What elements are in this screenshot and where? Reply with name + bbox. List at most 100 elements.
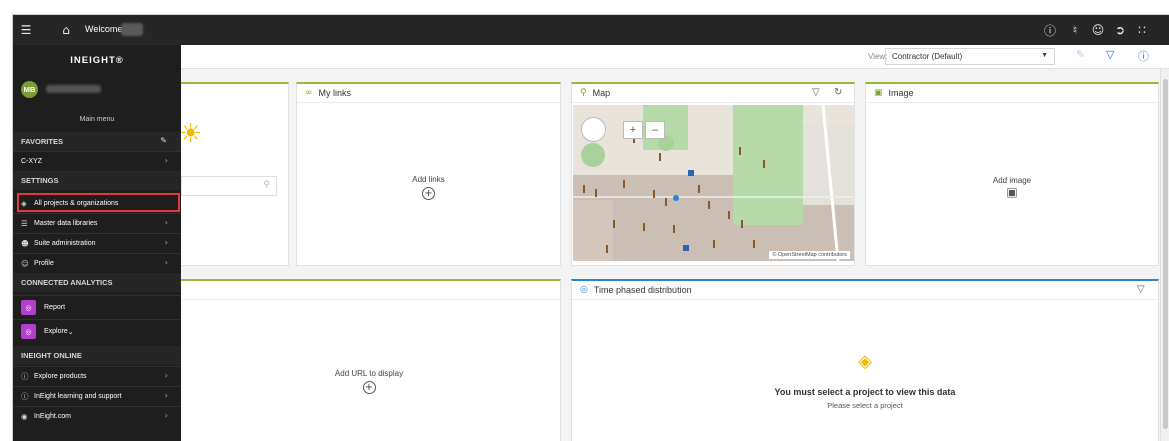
dashboard-toolbar: View: Contractor (Default) ▼ ✎ ▽ ⓘ (13, 45, 1169, 69)
bell-icon[interactable]: ♮ (1068, 15, 1082, 45)
ineight-online-section: INEIGHT ONLINE (13, 346, 181, 365)
filter-icon[interactable]: ▽ (1137, 284, 1145, 295)
logout-icon[interactable]: ➲ (1113, 15, 1127, 45)
section-label: INEIGHT ONLINE (21, 351, 82, 360)
chevron-right-icon: › (164, 391, 168, 400)
add-links-label: Add links (412, 175, 445, 184)
username-redacted (46, 85, 101, 93)
weather-sun-icon: ☀ (179, 119, 203, 149)
chevron-down-icon: ▼ (1041, 52, 1048, 59)
chevron-right-icon: › (164, 258, 168, 267)
layers-icon: ◈ (21, 198, 27, 208)
map-view[interactable]: + – © OpenStreetMap contributors (573, 105, 854, 261)
add-url-label: Add URL to display (334, 369, 404, 378)
main-menu-title: Main menu (79, 116, 115, 123)
map-canvas (573, 105, 854, 261)
user-icon[interactable]: ☺ (1091, 15, 1105, 45)
library-icon: ☰ (21, 218, 28, 228)
edit-favorites-icon[interactable]: ✎ (160, 136, 167, 145)
zoom-out-button[interactable]: – (645, 121, 665, 139)
chevron-right-icon: › (164, 411, 168, 420)
sidebar-item-explore-products[interactable]: ⓘ Explore products › (13, 366, 181, 385)
card-header: ◎ Time phased distribution ▽ (572, 281, 1158, 300)
explore-app-icon: ◎ (21, 324, 36, 339)
sidebar-item-master-data[interactable]: ☰ Master data libraries › (13, 213, 181, 232)
view-select[interactable]: Contractor (Default) ▼ (885, 48, 1055, 65)
sidebar-item-label: Profile (34, 259, 54, 267)
add-image-button[interactable]: Add image ▣ (866, 176, 1158, 199)
card-title: My links (318, 88, 352, 98)
zoom-in-button[interactable]: + (623, 121, 643, 139)
globe-icon: ◉ (21, 411, 28, 421)
map-pan-control[interactable] (581, 117, 606, 142)
user-profile[interactable]: MB (13, 79, 181, 99)
card-header (164, 281, 560, 300)
map-pin-icon: ⚲ (580, 88, 587, 98)
menu-icon[interactable]: ☰ (17, 15, 35, 45)
filter-icon[interactable]: ▽ (812, 87, 820, 98)
plus-circle-icon: + (362, 381, 376, 394)
card-header: ▣ Image (866, 84, 1158, 103)
time-phased-distribution-card: ◎ Time phased distribution ▽ ◈ You must … (571, 279, 1159, 441)
chevron-down-icon: ⌄ (67, 328, 74, 336)
home-icon[interactable]: ⌂ (59, 15, 73, 45)
settings-section: SETTINGS (13, 171, 181, 190)
chevron-right-icon: › (164, 238, 168, 247)
main-menu-sidebar: INEIGHT® MB Main menu FAVORITES ✎ C-XYZ … (13, 45, 181, 441)
section-label: SETTINGS (21, 176, 59, 185)
users-icon: ☻ (21, 238, 29, 248)
sidebar-item-label: Explore products (34, 372, 87, 380)
top-bar: ☰ ⌂ Welcome ⓘ ♮ ☺ ➲ ∷ (13, 15, 1169, 45)
edit-icon[interactable]: ✎ (1076, 48, 1085, 61)
connected-analytics-section: CONNECTED ANALYTICS (13, 273, 181, 292)
sidebar-item-explore[interactable]: ◎ Explore ⌄ (13, 319, 181, 343)
report-app-icon: ◎ (21, 300, 36, 315)
sidebar-item-label: InEight learning and support (34, 392, 122, 400)
search-icon: ⚲ (263, 180, 270, 190)
scrollbar[interactable] (1160, 69, 1169, 441)
info-icon: ⓘ (21, 371, 29, 381)
apps-grid-icon[interactable]: ∷ (1135, 15, 1149, 45)
sidebar-item-ineight-com[interactable]: ◉ InEight.com › (13, 406, 181, 425)
filter-icon[interactable]: ▽ (1106, 48, 1114, 61)
help-icon: ⓘ (21, 391, 29, 401)
view-select-value: Contractor (Default) (892, 52, 963, 61)
add-links-button[interactable]: Add links + (297, 175, 560, 200)
sidebar-item-label: C-XYZ (21, 157, 42, 165)
link-icon: ∞ (305, 88, 313, 98)
sidebar-item-all-projects[interactable]: ◈ All projects & organizations (17, 193, 180, 212)
sidebar-item-learning[interactable]: ⓘ InEight learning and support › (13, 386, 181, 405)
refresh-icon[interactable]: ↻ (834, 87, 842, 98)
section-label: CONNECTED ANALYTICS (21, 278, 113, 287)
empty-state-sub: Please select a project (827, 401, 903, 410)
app-frame: ☰ ⌂ Welcome ⓘ ♮ ☺ ➲ ∷ View: Contractor (… (12, 14, 1169, 441)
plus-circle-icon: + (422, 187, 435, 200)
add-url-button[interactable]: Add URL to display + (174, 369, 564, 394)
welcome-username-redacted (121, 23, 143, 36)
avatar: MB (21, 81, 38, 98)
help-icon[interactable]: ⓘ (1043, 15, 1057, 45)
sidebar-item-label: Suite administration (34, 239, 96, 247)
search-input[interactable]: ⚲ (181, 176, 277, 196)
section-label: FAVORITES (21, 137, 63, 146)
info-icon[interactable]: ⓘ (1138, 48, 1149, 64)
welcome-text: Welcome (85, 24, 123, 34)
profile-icon: ☺ (21, 258, 29, 268)
layers-icon: ◈ (858, 351, 872, 372)
chevron-right-icon: › (164, 156, 168, 165)
brand-logo: INEIGHT® (70, 54, 124, 66)
sidebar-item-suite-admin[interactable]: ☻ Suite administration › (13, 233, 181, 252)
image-card: ▣ Image Add image ▣ (865, 82, 1159, 266)
sidebar-item-label: All projects & organizations (34, 199, 119, 207)
card-title: Map (592, 88, 611, 98)
map-card: ⚲ Map ▽ ↻ + – © OpenStreetMap contributo… (571, 82, 855, 266)
camera-icon: ▣ (874, 88, 883, 98)
card-title: Time phased distribution (593, 285, 692, 295)
card-title: Image (888, 88, 914, 98)
my-links-card: ∞ My links Add links + (296, 82, 561, 266)
sidebar-item-profile[interactable]: ☺ Profile › (13, 253, 181, 272)
sidebar-item-label: Report (44, 304, 66, 311)
map-attribution[interactable]: © OpenStreetMap contributors (769, 251, 850, 259)
sidebar-item-report[interactable]: ◎ Report (13, 295, 181, 319)
sidebar-item-cxyz[interactable]: C-XYZ › (13, 151, 181, 170)
